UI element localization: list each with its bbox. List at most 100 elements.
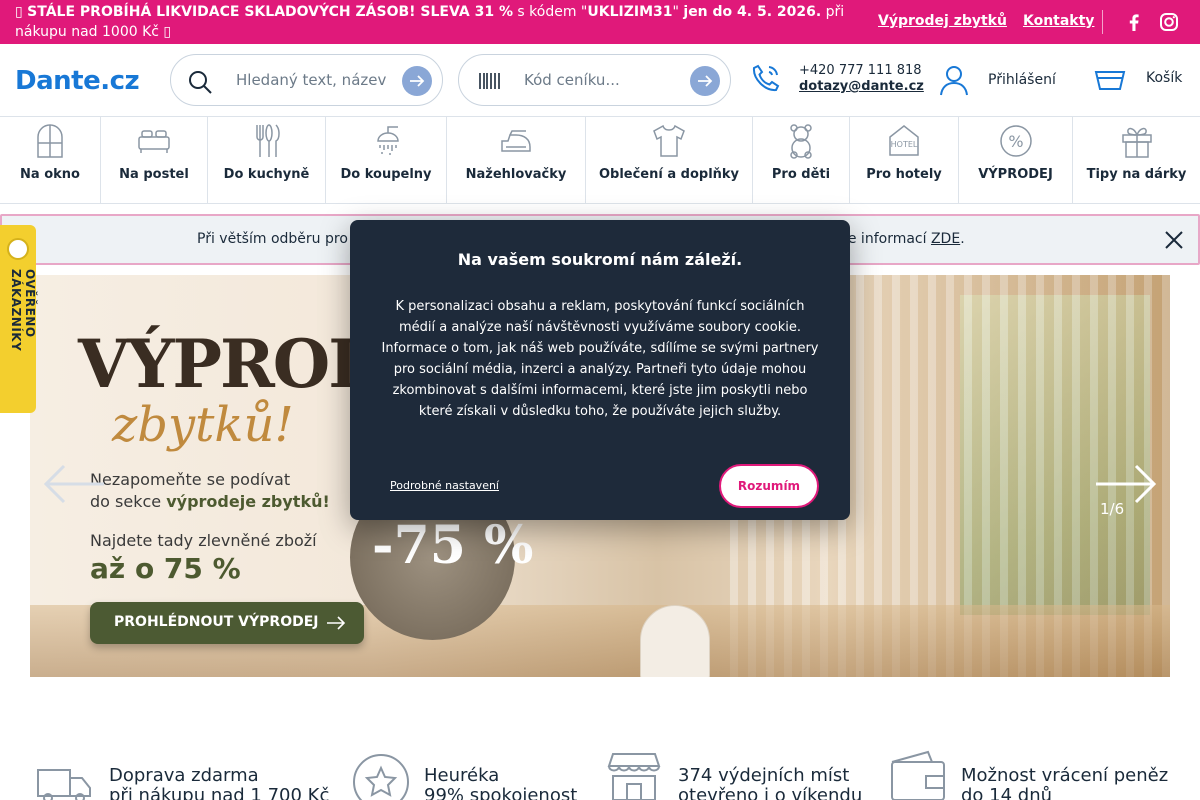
browse-sale-label: PROHLÉDNOUT VÝPRODEJ	[114, 614, 319, 630]
user-icon[interactable]	[938, 64, 970, 96]
promo-glyph-end: ▯	[163, 24, 172, 40]
category-label: Tipy na dárky	[1086, 167, 1187, 182]
instagram-icon[interactable]	[1159, 12, 1179, 32]
search-icon	[189, 71, 212, 94]
promo-mid2: "	[672, 4, 684, 20]
notice-link[interactable]: ZDE	[931, 231, 960, 247]
banner-text: Nezapomeňte se podívat do sekce výprodej…	[90, 469, 330, 513]
arrow-right-icon	[327, 616, 346, 630]
tshirt-icon	[653, 124, 685, 157]
notice-end-suffix: .	[960, 231, 965, 247]
link-kontakty[interactable]: Kontakty	[1023, 11, 1094, 31]
feature-subtitle: 99% spokojenost	[424, 785, 578, 800]
window-icon	[37, 124, 63, 158]
catalog-submit-button[interactable]	[690, 66, 720, 96]
search-box[interactable]: Hledaný text, název, kód zboží...	[170, 54, 443, 106]
browse-sale-button[interactable]: PROHLÉDNOUT VÝPRODEJ	[90, 602, 364, 644]
notice-text-start: Při větším odběru pro	[197, 231, 348, 247]
percent-icon: %	[999, 125, 1032, 157]
category-label: Nažehlovačky	[465, 167, 567, 182]
category-label: Pro hotely	[866, 167, 942, 182]
svg-text:HOTEL: HOTEL	[891, 140, 918, 149]
cookie-title: Na vašem soukromí nám záleží.	[457, 250, 743, 269]
login-link[interactable]: Přihlášení	[988, 72, 1056, 88]
cutlery-icon	[255, 124, 280, 157]
promo-code: UKLIZIM31	[587, 4, 673, 20]
catalog-code-input[interactable]: Kód ceníku...	[524, 71, 674, 89]
shower-icon	[377, 126, 399, 155]
store-icon	[607, 753, 661, 800]
star-badge-icon	[353, 754, 409, 800]
arrow-right-icon	[698, 75, 713, 87]
arrow-right-icon	[410, 75, 425, 87]
truck-icon	[37, 769, 91, 800]
category-label: VÝPRODEJ	[978, 167, 1053, 182]
category-do-koupelny[interactable]: Do koupelny	[326, 117, 447, 203]
category-label: Do koupelny	[340, 167, 432, 182]
feature-subtitle: při nákupu nad 1 700 Kč	[109, 785, 330, 800]
email-link[interactable]: dotazy@dante.cz	[799, 79, 924, 94]
close-icon[interactable]	[1164, 230, 1184, 250]
feature-subtitle: do 14 dnů	[961, 785, 1053, 800]
search-input[interactable]: Hledaný text, název, kód zboží...	[236, 71, 386, 89]
promo-links: Výprodej zbytků Kontakty	[878, 11, 1094, 31]
svg-text:%: %	[1008, 132, 1023, 151]
banner-line-1: Nezapomeňte se podívat	[90, 470, 291, 489]
category-pro-deti[interactable]: Pro děti	[753, 117, 850, 203]
bed-icon	[138, 130, 170, 153]
iron-icon	[501, 130, 531, 152]
category-nav: Na okno Na postel Do kuchyně Do koupelny…	[0, 116, 1200, 204]
promo-mid: s kódem "	[512, 4, 588, 20]
phone-number[interactable]: +420 777 111 818	[799, 63, 922, 78]
hotel-sign-icon: HOTEL	[889, 125, 919, 156]
category-nazehlovacky[interactable]: Nažehlovačky	[447, 117, 586, 203]
wallet-icon	[891, 750, 945, 800]
phone-icon	[752, 64, 780, 92]
banner-line-3: Najdete tady zlevněné zboží	[90, 531, 317, 550]
cookie-settings-link[interactable]: Podrobné nastavení	[390, 479, 499, 492]
cookie-consent-dialog: Na vašem soukromí nám záleží. K personal…	[350, 220, 850, 520]
barcode-icon	[479, 73, 500, 89]
category-obleceni[interactable]: Oblečení a doplňky	[586, 117, 753, 203]
category-label: Na okno	[20, 167, 80, 182]
verified-by-customers-tab[interactable]: OVĚŘENO ZÁKAZNÍKY	[0, 225, 37, 413]
category-label: Oblečení a doplňky	[598, 167, 740, 182]
category-tipy-na-darky[interactable]: Tipy na dárky	[1073, 117, 1200, 203]
feature-title: Heuréka	[424, 765, 500, 786]
category-na-okno[interactable]: Na okno	[0, 117, 101, 203]
site-header: Dante.cz Hledaný text, název, kód zboží.…	[0, 44, 1200, 116]
carousel-prev-arrow[interactable]	[42, 462, 106, 506]
verified-label: OVĚŘENO ZÁKAZNÍKY	[9, 269, 37, 352]
logo[interactable]: Dante.cz	[15, 66, 140, 96]
basket-icon[interactable]	[1094, 66, 1126, 92]
banner-line-2-bold: výprodeje zbytků!	[166, 492, 330, 511]
facebook-icon[interactable]	[1124, 12, 1144, 32]
category-vyprodej[interactable]: % VÝPRODEJ	[959, 117, 1073, 203]
cookie-body: K personalizaci obsahu a reklam, poskyto…	[381, 299, 819, 419]
category-pro-hotely[interactable]: HOTEL Pro hotely	[850, 117, 959, 203]
discount-text: -75 %	[372, 515, 534, 576]
category-label: Pro děti	[771, 167, 831, 182]
category-label: Do kuchyně	[223, 167, 310, 182]
promo-date: jen do 4. 5. 2026.	[683, 4, 822, 20]
link-vyprodej-zbytku[interactable]: Výprodej zbytků	[878, 11, 1007, 31]
banner-line-4: až o 75 %	[90, 552, 241, 585]
banner-subheading: zbytků!	[112, 397, 294, 453]
category-label: Na postel	[119, 167, 189, 182]
gift-icon	[1121, 127, 1152, 158]
category-do-kuchyne[interactable]: Do kuchyně	[208, 117, 326, 203]
catalog-code-box[interactable]: Kód ceníku...	[458, 54, 731, 106]
cart-link[interactable]: Košík	[1146, 70, 1182, 86]
teddy-bear-icon	[790, 124, 812, 159]
feature-title: Možnost vrácení peněz	[961, 765, 1169, 786]
feature-subtitle: otevřeno i o víkendu	[678, 785, 863, 800]
search-submit-button[interactable]	[402, 66, 432, 96]
promo-glyph: ▯	[15, 4, 23, 20]
verified-seal-icon	[7, 238, 29, 260]
features-row: Doprava zdarma při nákupu nad 1 700 Kč H…	[0, 750, 1200, 800]
category-na-postel[interactable]: Na postel	[101, 117, 208, 203]
promo-divider	[1102, 10, 1103, 34]
feature-title: Doprava zdarma	[109, 765, 259, 786]
promo-text: ▯ STÁLE PROBÍHÁ LIKVIDACE SKLADOVÝCH ZÁS…	[15, 2, 845, 42]
cookie-accept-button[interactable]: Rozumím	[719, 464, 819, 508]
